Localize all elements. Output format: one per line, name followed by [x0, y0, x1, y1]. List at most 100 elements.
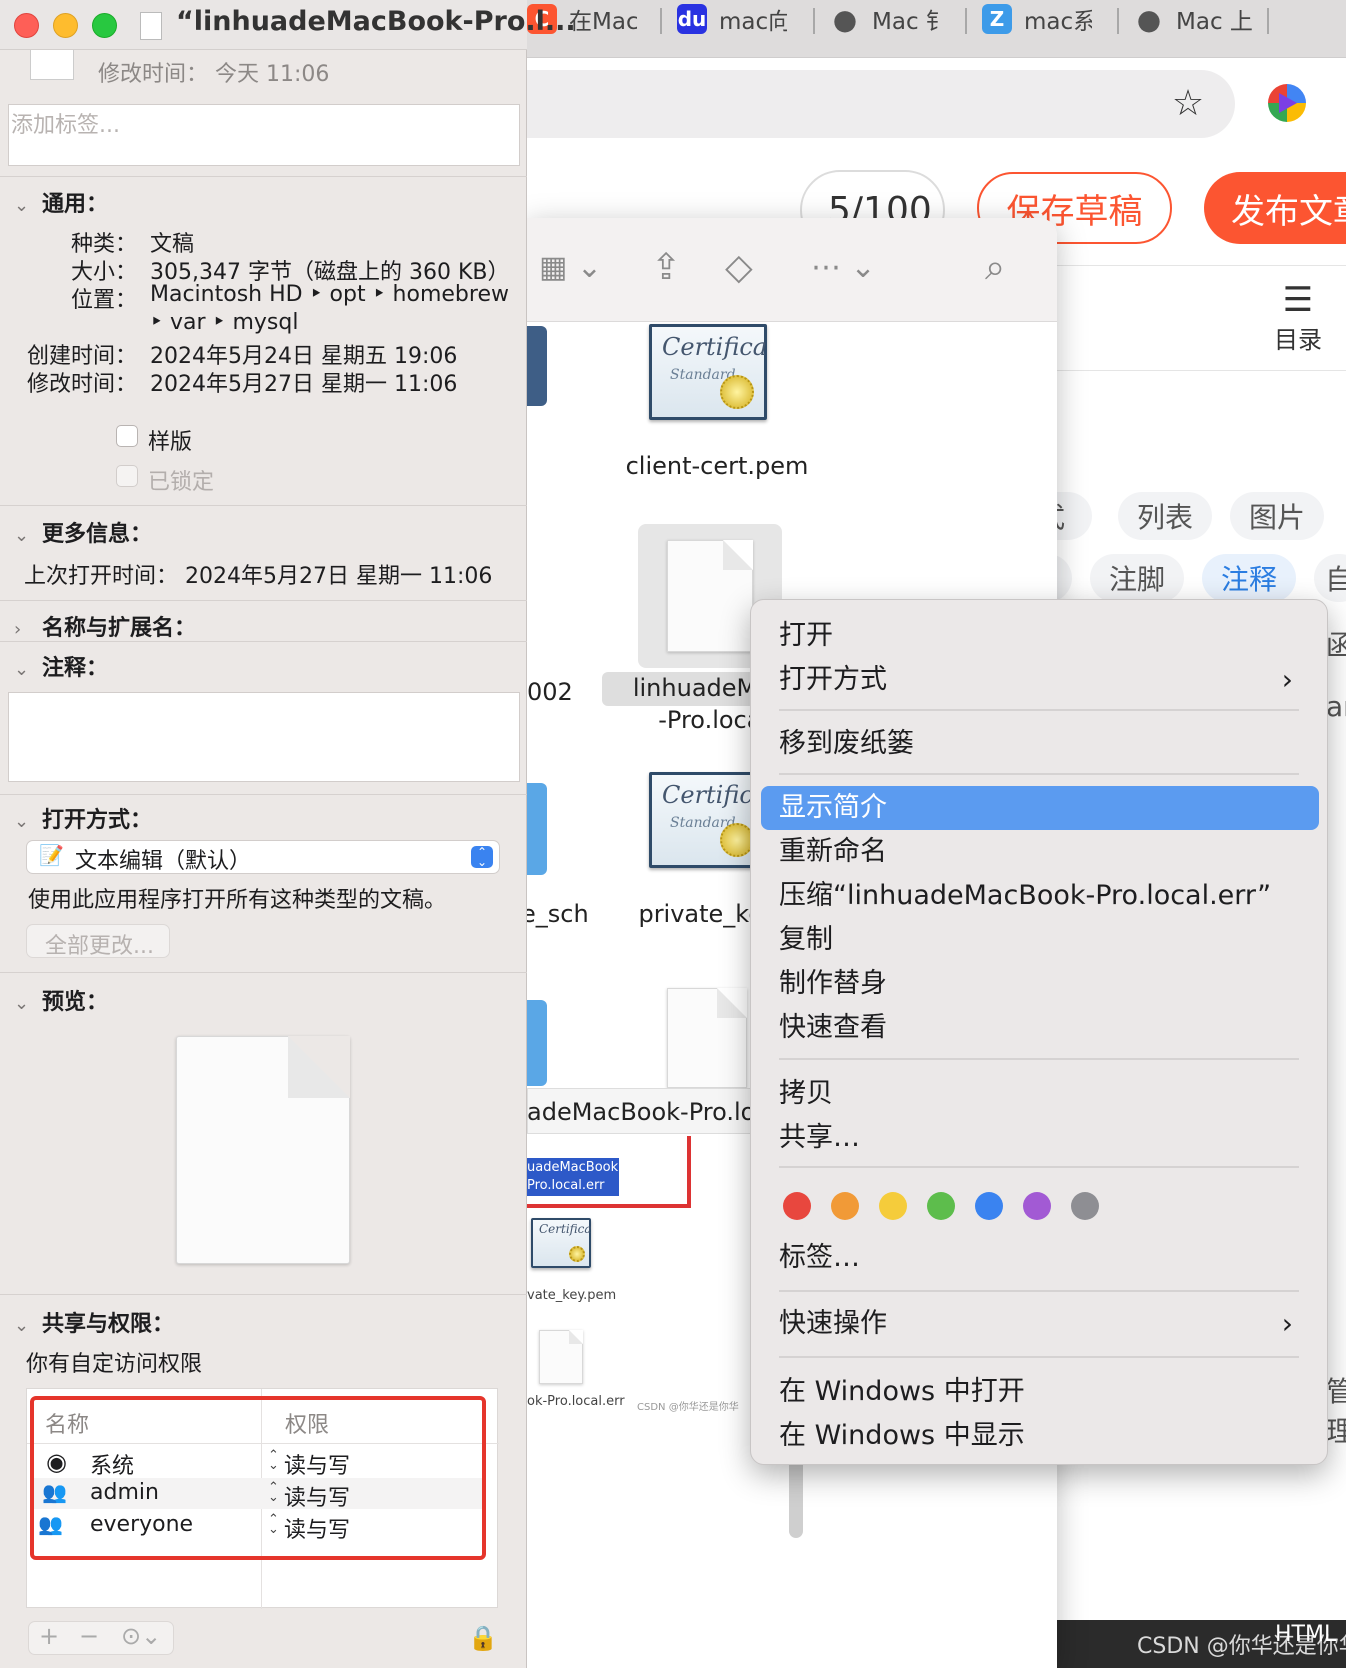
- locked-label: 已锁定: [148, 470, 215, 495]
- chevron-down-icon: ⌄: [14, 659, 30, 680]
- browser-tab-4[interactable]: Z mac系: [982, 0, 1092, 38]
- document-icon[interactable]: [667, 988, 747, 1088]
- tag-green-icon[interactable]: [927, 1192, 955, 1220]
- menu-item-quick-actions[interactable]: 快速操作 ›: [779, 1302, 1299, 1346]
- section-open-with[interactable]: ⌄ 打开方式：: [14, 802, 152, 834]
- zoom-button[interactable]: [92, 13, 117, 38]
- extension-icon[interactable]: [1268, 84, 1306, 122]
- scrollbar[interactable]: [789, 1458, 803, 1538]
- window-title: “linhuadeMacBook-Pro.l...: [176, 6, 576, 37]
- tag-yellow-icon[interactable]: [879, 1192, 907, 1220]
- toc-button[interactable]: ☰ 目录: [1268, 280, 1328, 360]
- section-preview[interactable]: ⌄ 预览：: [14, 984, 108, 1016]
- section-more-info[interactable]: ⌄ 更多信息：: [14, 516, 152, 548]
- add-icon[interactable]: +: [39, 1622, 59, 1650]
- address-bar[interactable]: [527, 70, 1235, 138]
- tab-divider: [1267, 8, 1269, 34]
- lock-icon[interactable]: 🔒: [468, 1624, 498, 1656]
- change-all-button[interactable]: 全部更改...: [26, 924, 170, 959]
- minimize-button[interactable]: [53, 13, 78, 38]
- publish-button[interactable]: 发布文章: [1204, 172, 1346, 244]
- format-chip-comment[interactable]: 注释: [1202, 554, 1296, 602]
- menu-item-compress[interactable]: 压缩“linhuadeMacBook-Pro.local.err”: [779, 874, 1299, 918]
- apple-favicon-icon: ●: [832, 2, 858, 36]
- tag-icon[interactable]: ◇: [725, 246, 753, 290]
- menu-item-get-info[interactable]: 显示简介: [761, 786, 1319, 830]
- chevron-right-icon: ›: [1281, 1307, 1293, 1340]
- comments-field[interactable]: [8, 692, 520, 782]
- stationery-checkbox[interactable]: [116, 425, 138, 447]
- tag-blue-icon[interactable]: [975, 1192, 1003, 1220]
- divider: [0, 641, 527, 642]
- format-chip[interactable]: 自: [1314, 554, 1346, 602]
- where-value-cont: ‣ var ‣ mysql: [150, 310, 299, 335]
- menu-item-copy[interactable]: 拷贝: [779, 1072, 1299, 1116]
- browser-tab-2[interactable]: du mac向: [677, 0, 787, 38]
- bookmark-star-icon[interactable]: ☆: [1168, 84, 1208, 124]
- format-chip-list[interactable]: 列表: [1118, 492, 1212, 540]
- tab-divider: [660, 8, 662, 34]
- menu-item-open-in-windows[interactable]: 在 Windows 中打开: [779, 1370, 1299, 1414]
- chevron-down-icon: ⌄: [14, 195, 30, 216]
- section-sharing-permissions[interactable]: ⌄ 共享与权限：: [14, 1306, 174, 1338]
- browser-tab-5[interactable]: ● Mac 上: [1134, 0, 1254, 38]
- menu-item-quick-look[interactable]: 快速查看: [779, 1006, 1299, 1050]
- tab-divider: [813, 8, 815, 34]
- last-opened: 上次打开时间： 2024年5月27日 星期一 11:06: [24, 564, 493, 589]
- menu-item-show-in-windows[interactable]: 在 Windows 中显示: [779, 1414, 1299, 1458]
- annotation-line: [527, 1204, 691, 1208]
- watermark: CSDN @你华还是你华 HTML: [1137, 1622, 1346, 1659]
- folder-icon: [527, 783, 547, 875]
- tag-red-icon[interactable]: [783, 1192, 811, 1220]
- tags-field[interactable]: 添加标签...: [8, 104, 520, 166]
- certificate-icon[interactable]: Certifica Standard: [649, 324, 767, 420]
- menu-item-open[interactable]: 打开: [779, 614, 1299, 658]
- modified-summary: 修改时间： 今天 11:06: [98, 62, 330, 87]
- menu-item-make-alias[interactable]: 制作替身: [779, 962, 1299, 1006]
- search-icon[interactable]: ⌕: [985, 246, 1005, 290]
- apple-favicon-icon: ●: [1136, 2, 1162, 36]
- menu-separator: [779, 1290, 1299, 1292]
- chevron-down-icon: ⌄: [14, 811, 30, 832]
- tag-orange-icon[interactable]: [831, 1192, 859, 1220]
- divider: [0, 794, 527, 795]
- menu-separator: [779, 709, 1299, 711]
- editor-text-fragment: 函: [1326, 629, 1346, 662]
- more-actions-icon[interactable]: ⋯ ⌄: [811, 246, 876, 290]
- menu-item-open-with[interactable]: 打开方式 ›: [779, 658, 1299, 702]
- more-options-icon[interactable]: ⊙⌄: [121, 1622, 161, 1650]
- open-with-select[interactable]: 📝 文本编辑（默认） ⌃ ⌄: [26, 840, 500, 874]
- tab-divider: [1117, 8, 1119, 34]
- file-name-label: 002: [527, 678, 573, 706]
- menu-item-share[interactable]: 共享…: [779, 1116, 1299, 1160]
- section-name-extension[interactable]: › 名称与扩展名：: [14, 610, 196, 642]
- locked-checkbox[interactable]: [116, 465, 138, 487]
- divider: [0, 176, 527, 177]
- menu-item-move-to-trash[interactable]: 移到废纸篓: [779, 722, 1299, 766]
- format-chip-footnote[interactable]: 注脚: [1090, 554, 1184, 602]
- section-comments[interactable]: ⌄ 注释：: [14, 650, 108, 682]
- share-icon[interactable]: ⇪: [651, 246, 681, 290]
- section-general[interactable]: ⌄ 通用：: [14, 186, 108, 218]
- document-icon: [140, 12, 162, 40]
- baidu-favicon-icon: du: [677, 4, 707, 34]
- divider: [0, 1294, 527, 1295]
- open-with-description: 使用此应用程序打开所有这种类型的文稿。: [28, 888, 447, 913]
- divider: [0, 600, 527, 601]
- close-button[interactable]: [14, 13, 39, 38]
- tag-grey-icon[interactable]: [1071, 1192, 1099, 1220]
- menu-item-duplicate[interactable]: 复制: [779, 918, 1299, 962]
- file-name-label[interactable]: client-cert.pem: [622, 452, 812, 480]
- browser-tab-3[interactable]: ● Mac 钅: [830, 0, 940, 38]
- mini-document-icon: [539, 1330, 583, 1384]
- tag-purple-icon[interactable]: [1023, 1192, 1051, 1220]
- menu-separator: [779, 773, 1299, 775]
- view-grid-icon[interactable]: ▦ ⌄: [539, 246, 602, 290]
- chevron-down-icon: ⌄: [14, 1315, 30, 1336]
- divider: [0, 505, 527, 506]
- remove-icon[interactable]: −: [79, 1622, 99, 1650]
- document-icon[interactable]: [667, 540, 753, 652]
- menu-item-tags[interactable]: 标签…: [779, 1236, 1299, 1280]
- format-chip-image[interactable]: 图片: [1230, 492, 1324, 540]
- menu-item-rename[interactable]: 重新命名: [779, 830, 1299, 874]
